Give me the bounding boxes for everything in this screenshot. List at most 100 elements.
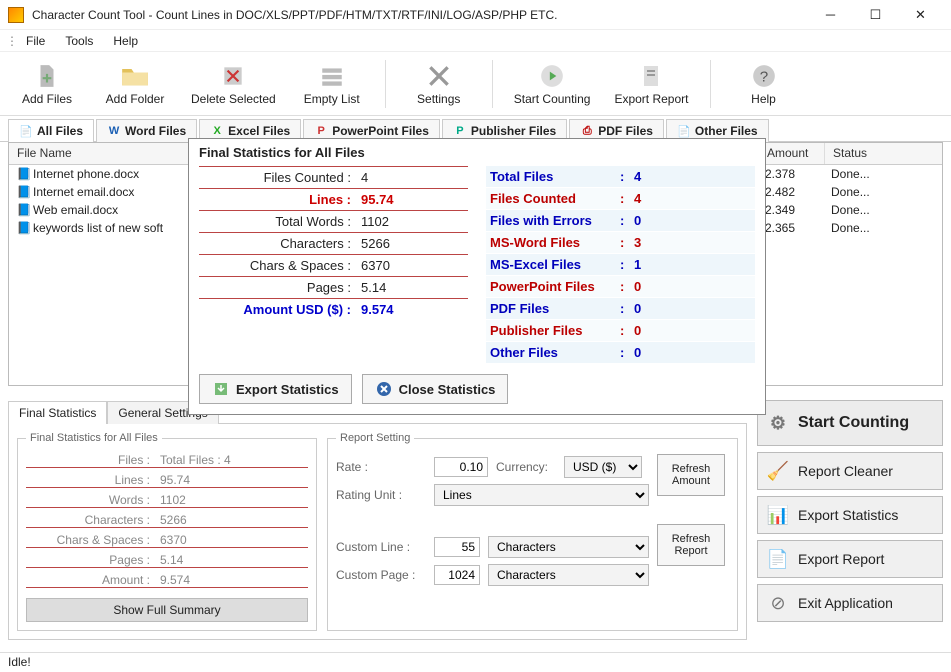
stat-key: Files Counted — [490, 191, 620, 206]
close-statistics-label: Close Statistics — [399, 382, 496, 397]
add-folder-label: Add Folder — [106, 92, 165, 106]
custom-page-label: Custom Page : — [336, 568, 426, 582]
export-report-label: Export Report — [614, 92, 688, 106]
file-name-cell: Web email.docx — [33, 203, 118, 217]
settings-icon — [425, 62, 453, 90]
maximize-button[interactable]: ☐ — [853, 1, 898, 29]
stat-key: Files Counted : — [199, 170, 357, 185]
start-counting-action[interactable]: ⚙ Start Counting — [757, 400, 943, 446]
custom-line-label: Custom Line : — [336, 540, 426, 554]
export-statistics-label: Export Statistics — [236, 382, 339, 397]
start-counting-button[interactable]: Start Counting — [507, 56, 598, 112]
menu-file[interactable]: File — [18, 32, 53, 50]
ppt-icon: P — [314, 124, 328, 138]
exit-application-action[interactable]: ⊘ Exit Application — [757, 584, 943, 622]
summary-key: Words : — [26, 493, 156, 508]
summary-value: Total Files : 4 — [156, 453, 308, 468]
add-files-label: Add Files — [22, 92, 72, 106]
app-icon — [8, 7, 24, 23]
currency-select[interactable]: USD ($) — [564, 456, 642, 478]
export-statistics-action[interactable]: 📊 Export Statistics — [757, 496, 943, 534]
rating-unit-select[interactable]: Lines — [434, 484, 649, 506]
word-file-icon: 📘 — [17, 167, 31, 181]
word-file-icon: 📘 — [17, 203, 31, 217]
help-button[interactable]: ? Help — [725, 56, 803, 112]
tab-word-files[interactable]: WWord Files — [96, 119, 197, 142]
delete-selected-label: Delete Selected — [191, 92, 276, 106]
report-setting-group: Report Setting Rate : Currency: USD ($) … — [327, 432, 738, 631]
stat-key: MS-Word Files — [490, 235, 620, 250]
summary-key: Pages : — [26, 553, 156, 568]
export-report-action[interactable]: 📄 Export Report — [757, 540, 943, 578]
custom-line-unit-select[interactable]: Characters — [488, 536, 649, 558]
status-cell: Done... — [825, 202, 942, 218]
report-cleaner-action[interactable]: 🧹 Report Cleaner — [757, 452, 943, 490]
amount-cell: 2.365 — [759, 220, 825, 236]
export-report-icon — [637, 62, 665, 90]
summary-row: Files :Total Files : 4 — [26, 450, 308, 470]
show-full-summary-button[interactable]: Show Full Summary — [26, 598, 308, 622]
statistics-left-column: Files Counted :4Lines :95.74Total Words … — [199, 166, 468, 364]
col-status[interactable]: Status — [825, 143, 942, 164]
export-statistics-button[interactable]: Export Statistics — [199, 374, 352, 404]
report-setting-legend: Report Setting — [336, 432, 414, 444]
status-text: Idle! — [8, 655, 31, 669]
statistics-right-column: Total Files:4Files Counted:4Files with E… — [486, 166, 755, 364]
settings-button[interactable]: Settings — [400, 56, 478, 112]
amount-cell: 2.378 — [759, 166, 825, 182]
summary-row: Characters :5266 — [26, 510, 308, 530]
summary-key: Lines : — [26, 473, 156, 488]
stat-value: 0 — [634, 301, 641, 316]
empty-list-label: Empty List — [304, 92, 360, 106]
publisher-icon: P — [453, 124, 467, 138]
stat-row: Total Words :1102 — [199, 210, 468, 232]
menu-help[interactable]: Help — [105, 32, 146, 50]
add-files-button[interactable]: Add Files — [8, 56, 86, 112]
final-statistics-group: Final Statistics for All Files Files :To… — [17, 432, 317, 631]
custom-page-input[interactable] — [434, 565, 480, 585]
stat-value: 1 — [634, 257, 641, 272]
currency-label: Currency: — [496, 460, 556, 474]
stat-value: 6370 — [357, 258, 390, 273]
close-button[interactable]: ✕ — [898, 1, 943, 29]
pdf-icon: ⎙ — [580, 124, 594, 138]
stat-row: Characters :5266 — [199, 232, 468, 254]
col-amount[interactable]: Amount — [759, 143, 825, 164]
stat-value: 0 — [634, 213, 641, 228]
refresh-amount-button[interactable]: Refresh Amount — [657, 454, 725, 496]
stat-row: Chars & Spaces :6370 — [199, 254, 468, 276]
rate-input[interactable] — [434, 457, 488, 477]
stat-row: Files Counted :4 — [199, 166, 468, 188]
start-counting-label: Start Counting — [514, 92, 591, 106]
delete-icon — [219, 62, 247, 90]
stat-row: PowerPoint Files:0 — [486, 276, 755, 298]
stat-row: MS-Excel Files:1 — [486, 254, 755, 276]
custom-page-unit-select[interactable]: Characters — [488, 564, 649, 586]
stat-key: Publisher Files — [490, 323, 620, 338]
empty-list-button[interactable]: Empty List — [293, 56, 371, 112]
refresh-report-button[interactable]: Refresh Report — [657, 524, 725, 566]
status-cell: Done... — [825, 184, 942, 200]
export-report-button[interactable]: Export Report — [607, 56, 695, 112]
amount-cell: 2.482 — [759, 184, 825, 200]
tab-label: PDF Files — [598, 124, 653, 138]
titlebar: Character Count Tool - Count Lines in DO… — [0, 0, 951, 30]
summary-key: Files : — [26, 453, 156, 468]
add-files-icon — [33, 62, 61, 90]
add-folder-button[interactable]: Add Folder — [96, 56, 174, 112]
summary-key: Characters : — [26, 513, 156, 528]
status-cell: Done... — [825, 166, 942, 182]
stat-key: PowerPoint Files — [490, 279, 620, 294]
menu-tools[interactable]: Tools — [57, 32, 101, 50]
minimize-button[interactable]: ─ — [808, 1, 853, 29]
close-statistics-button[interactable]: Close Statistics — [362, 374, 509, 404]
tab-all-files[interactable]: 📄All Files — [8, 119, 94, 142]
word-file-icon: 📘 — [17, 221, 31, 235]
stat-value: 4 — [634, 191, 641, 206]
tab-final-statistics[interactable]: Final Statistics — [8, 401, 107, 424]
custom-line-input[interactable] — [434, 537, 480, 557]
stat-row: MS-Word Files:3 — [486, 232, 755, 254]
stat-key: Chars & Spaces : — [199, 258, 357, 273]
stat-row: Total Files:4 — [486, 166, 755, 188]
delete-selected-button[interactable]: Delete Selected — [184, 56, 283, 112]
